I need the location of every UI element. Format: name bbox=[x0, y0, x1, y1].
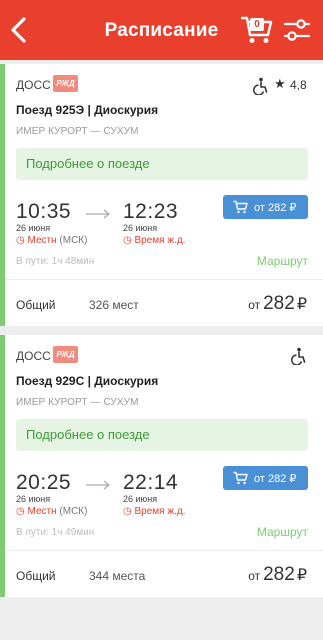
arrow-right-icon bbox=[86, 480, 110, 490]
arrival-date: 26 июня bbox=[123, 494, 158, 504]
clock-icon: ◷ bbox=[123, 506, 132, 517]
wheelchair-accessible-icon bbox=[290, 347, 306, 365]
rzd-logo: РЖД bbox=[53, 346, 78, 363]
timezone-railway: Время ж.д. bbox=[134, 235, 186, 246]
price-amount: 282 bbox=[263, 564, 295, 585]
departure-time: 10:35 bbox=[16, 200, 72, 223]
departure-date: 26 июня bbox=[16, 223, 51, 233]
cart-icon bbox=[233, 200, 248, 214]
carrier-name: ДОСС bbox=[16, 349, 51, 363]
filter-sliders-icon[interactable] bbox=[283, 17, 311, 43]
arrival-time: 12:23 bbox=[123, 200, 179, 223]
car-class: Общий bbox=[16, 569, 56, 583]
cart-icon bbox=[233, 471, 248, 485]
buy-price-label: от 282 ₽ bbox=[254, 202, 297, 214]
clock-icon: ◷ bbox=[16, 235, 25, 246]
available-seats: 326 мест bbox=[89, 298, 139, 312]
price: от 282 ₽ bbox=[248, 564, 307, 586]
travel-duration: В пути: 1ч 49мин bbox=[16, 527, 95, 538]
departure-date: 26 июня bbox=[16, 494, 51, 504]
divider bbox=[5, 279, 323, 280]
train-card[interactable]: ДОСС РЖД Поезд 929С | Диоскурия ИМЕР КУР… bbox=[0, 335, 323, 597]
price-currency: ₽ bbox=[296, 567, 307, 584]
train-name: Поезд 929С | Диоскурия bbox=[16, 374, 159, 388]
departure-time: 20:25 bbox=[16, 471, 72, 494]
departure-timezone: ◷ Местн (МСК) bbox=[16, 506, 87, 517]
divider bbox=[5, 550, 323, 551]
arrival-timezone: ◷ Время ж.д. bbox=[123, 235, 185, 246]
route-stations: ИМЕР КУРОРТ — СУХУМ bbox=[16, 397, 139, 408]
timezone-local: Местн bbox=[27, 506, 57, 517]
rating-value: 4,8 bbox=[290, 78, 307, 92]
cart-count-badge: 0 bbox=[250, 18, 264, 31]
arrival-date: 26 июня bbox=[123, 223, 158, 233]
rzd-logo: РЖД bbox=[53, 75, 78, 92]
train-name: Поезд 925Э | Диоскурия bbox=[16, 103, 159, 117]
app-header: Расписание 0 bbox=[0, 0, 323, 60]
timezone-msk: (МСК) bbox=[56, 235, 88, 246]
timezone-msk: (МСК) bbox=[56, 506, 88, 517]
clock-icon: ◷ bbox=[123, 235, 132, 246]
travel-duration: В пути: 1ч 48мин bbox=[16, 256, 95, 267]
card-accent-stripe bbox=[0, 335, 5, 597]
buy-ticket-button[interactable]: от 282 ₽ bbox=[223, 466, 308, 490]
cart-button[interactable]: 0 bbox=[241, 15, 273, 45]
train-card[interactable]: ДОСС РЖД ★ 4,8 Поезд 925Э | Диоскурия ИМ… bbox=[0, 64, 323, 326]
train-details-button[interactable]: Подробнее о поезде bbox=[16, 148, 308, 180]
arrival-timezone: ◷ Время ж.д. bbox=[123, 506, 185, 517]
price-from: от bbox=[248, 298, 261, 312]
price: от 282 ₽ bbox=[248, 293, 307, 315]
car-class: Общий bbox=[16, 298, 56, 312]
buy-ticket-button[interactable]: от 282 ₽ bbox=[223, 195, 308, 219]
train-details-button[interactable]: Подробнее о поезде bbox=[16, 419, 308, 451]
route-link[interactable]: Маршрут bbox=[257, 254, 308, 268]
arrival-time: 22:14 bbox=[123, 471, 179, 494]
buy-price-label: от 282 ₽ bbox=[254, 473, 297, 485]
route-link[interactable]: Маршрут bbox=[257, 525, 308, 539]
route-stations: ИМЕР КУРОРТ — СУХУМ bbox=[16, 126, 139, 137]
arrow-right-icon bbox=[86, 209, 110, 219]
price-amount: 282 bbox=[263, 293, 295, 314]
available-seats: 344 места bbox=[89, 569, 146, 583]
price-currency: ₽ bbox=[296, 296, 307, 313]
star-icon: ★ bbox=[274, 76, 286, 91]
timezone-railway: Время ж.д. bbox=[134, 506, 186, 517]
page-title: Расписание bbox=[104, 20, 219, 41]
departure-timezone: ◷ Местн (МСК) bbox=[16, 235, 87, 246]
card-accent-stripe bbox=[0, 64, 5, 326]
timezone-local: Местн bbox=[27, 235, 57, 246]
clock-icon: ◷ bbox=[16, 506, 25, 517]
price-from: от bbox=[248, 569, 261, 583]
carrier-name: ДОСС bbox=[16, 78, 51, 92]
wheelchair-accessible-icon bbox=[252, 77, 268, 95]
